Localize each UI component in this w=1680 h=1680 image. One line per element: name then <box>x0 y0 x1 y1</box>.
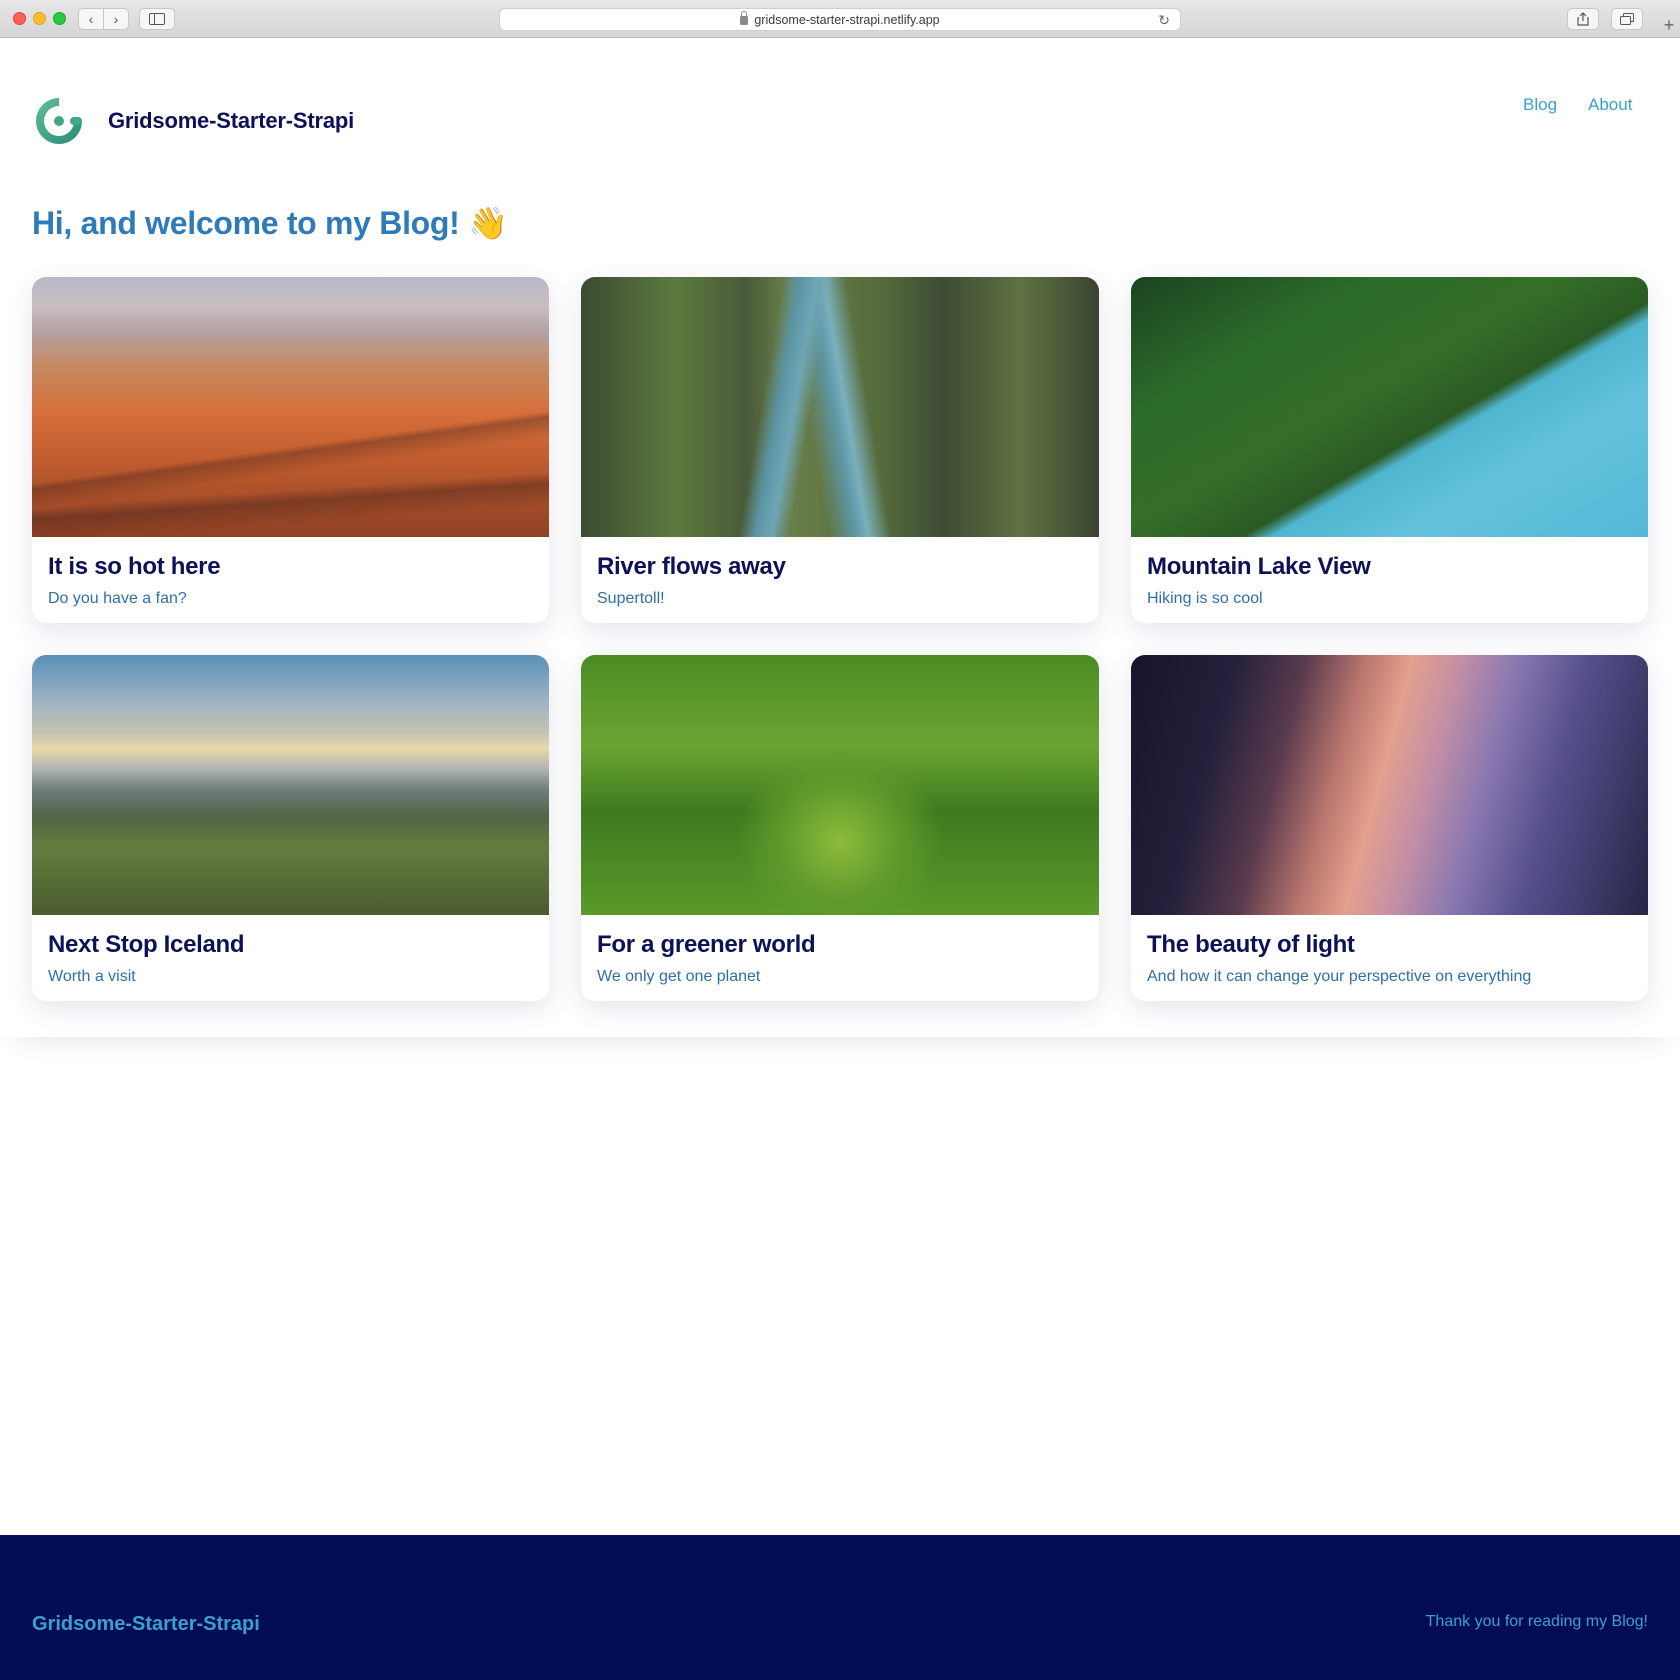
post-card[interactable]: Next Stop Iceland Worth a visit <box>32 655 549 1001</box>
footer-note: Thank you for reading my Blog! <box>1425 1613 1648 1630</box>
chevron-right-icon: › <box>113 11 119 27</box>
post-grid: It is so hot here Do you have a fan? Riv… <box>32 277 1648 1001</box>
site-header: Gridsome-Starter-Strapi Blog About <box>32 92 1648 152</box>
post-title: Next Stop Iceland <box>48 931 245 958</box>
reload-icon[interactable]: ↻ <box>1158 12 1170 29</box>
nav-about-link[interactable]: About <box>1588 95 1632 115</box>
zoom-window-button[interactable] <box>53 12 66 25</box>
post-title: It is so hot here <box>48 553 221 580</box>
post-title: The beauty of light <box>1147 931 1355 958</box>
post-image-river <box>581 277 1099 537</box>
post-title: River flows away <box>597 553 786 580</box>
post-subtitle: Do you have a fan? <box>48 590 187 607</box>
plus-icon: + <box>1663 14 1675 35</box>
post-image-iceland <box>32 655 549 915</box>
chevron-left-icon: ‹ <box>88 11 94 27</box>
site-footer: Gridsome-Starter-Strapi Thank you for re… <box>0 1535 1680 1680</box>
post-card[interactable]: River flows away Supertoll! <box>581 277 1099 623</box>
post-card[interactable]: Mountain Lake View Hiking is so cool <box>1131 277 1648 623</box>
nav-blog-link[interactable]: Blog <box>1523 95 1557 115</box>
gridsome-logo-icon[interactable] <box>32 94 86 148</box>
address-bar[interactable]: gridsome-starter-strapi.netlify.app ↻ <box>499 8 1181 31</box>
post-subtitle: And how it can change your perspective o… <box>1147 968 1532 985</box>
site-title[interactable]: Gridsome-Starter-Strapi <box>108 108 354 134</box>
forward-button[interactable]: › <box>103 8 129 30</box>
share-button[interactable] <box>1567 8 1599 30</box>
lock-icon <box>740 11 749 25</box>
post-image-lake <box>1131 277 1648 537</box>
post-image-forest <box>581 655 1099 915</box>
tab-overview-button[interactable] <box>1611 8 1643 30</box>
post-subtitle: Hiking is so cool <box>1147 590 1263 607</box>
post-card[interactable]: The beauty of light And how it can chang… <box>1131 655 1648 1001</box>
back-button[interactable]: ‹ <box>78 8 104 30</box>
post-subtitle: We only get one planet <box>597 968 761 985</box>
post-card[interactable]: It is so hot here Do you have a fan? <box>32 277 549 623</box>
tabs-icon <box>1620 13 1634 25</box>
share-icon <box>1577 12 1589 26</box>
post-title: For a greener world <box>597 931 816 958</box>
browser-toolbar: ‹ › gridsome-starter-strapi.netlify.app … <box>0 0 1680 38</box>
post-image-canyon <box>1131 655 1648 915</box>
post-subtitle: Worth a visit <box>48 968 136 985</box>
new-tab-button[interactable]: + <box>1658 14 1680 36</box>
welcome-heading: Hi, and welcome to my Blog! 👋 <box>32 205 508 241</box>
post-title: Mountain Lake View <box>1147 553 1371 580</box>
post-card[interactable]: For a greener world We only get one plan… <box>581 655 1099 1001</box>
sidebar-icon <box>149 13 165 25</box>
footer-site-title[interactable]: Gridsome-Starter-Strapi <box>32 1613 260 1636</box>
sidebar-toggle-button[interactable] <box>139 8 175 30</box>
minimize-window-button[interactable] <box>33 12 46 25</box>
post-subtitle: Supertoll! <box>597 590 665 607</box>
url-text: gridsome-starter-strapi.netlify.app <box>754 12 940 27</box>
post-image-desert <box>32 277 549 537</box>
close-window-button[interactable] <box>13 12 26 25</box>
